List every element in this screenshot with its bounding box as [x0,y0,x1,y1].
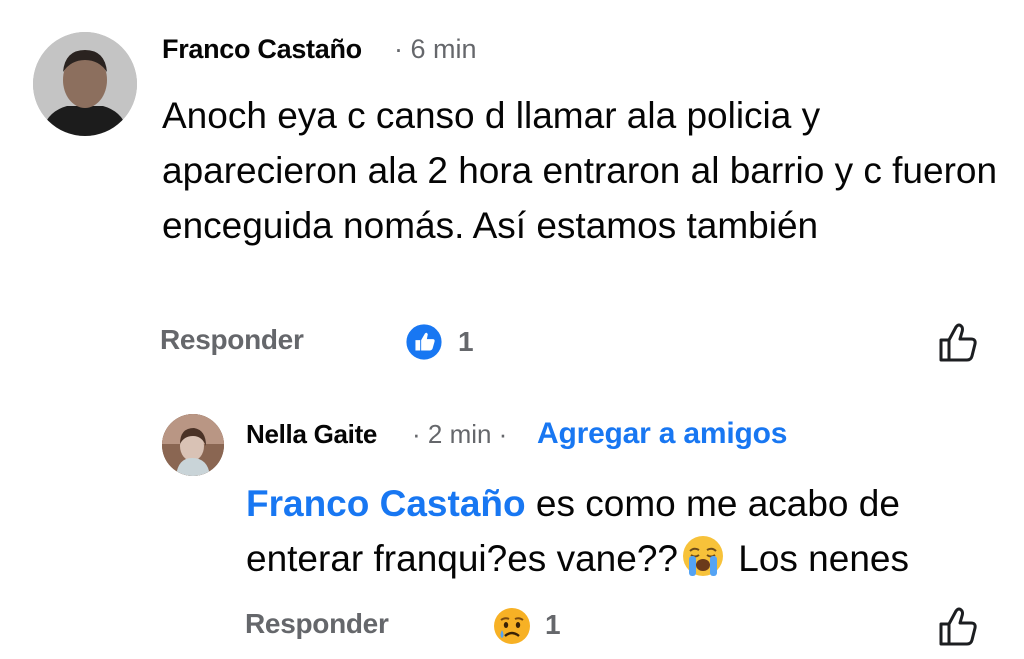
thumbs-up-outline-icon[interactable] [937,604,979,648]
reply-button[interactable]: Responder [160,324,304,356]
loudly-crying-face-emoji [680,533,726,579]
add-friend-link[interactable]: Agregar a amigos [537,417,787,451]
reply-button[interactable]: Responder [245,608,389,640]
comment-text: Franco Castaño es como me acabo de enter… [246,476,1006,586]
sad-reaction-icon[interactable] [492,606,532,646]
comment-timestamp: · 6 min [394,34,477,64]
comment-timestamp: · 2 min · [412,419,508,449]
thumbs-up-outline-icon[interactable] [937,320,979,364]
mention-link[interactable]: Franco Castaño [246,483,526,524]
avatar[interactable] [162,414,224,476]
comment-author[interactable]: Nella Gaite [246,419,377,450]
like-reaction-icon[interactable] [405,323,443,361]
comment-text-part: Los nenes [727,538,909,579]
reaction-count: 1 [545,609,561,640]
comment-author[interactable]: Franco Castaño [162,34,362,65]
comment-text: Anoch eya c canso d llamar ala policia y… [162,95,998,246]
avatar[interactable] [33,32,137,136]
reaction-count: 1 [458,326,474,357]
